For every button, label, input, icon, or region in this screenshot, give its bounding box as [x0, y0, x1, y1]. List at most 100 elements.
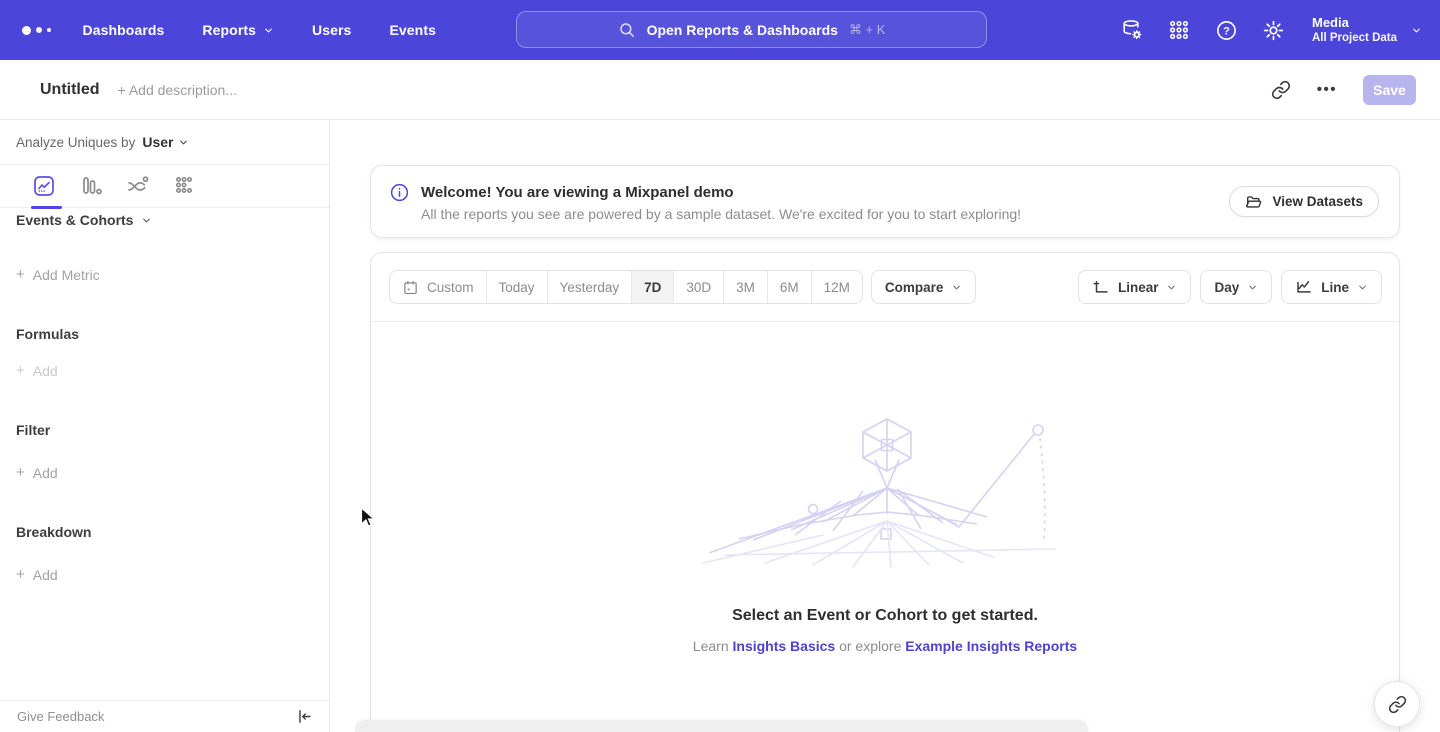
question-glyph: ? [1223, 25, 1230, 37]
date-controls: Custom Today Yesterday 7D 30D 3M 6M 12M … [389, 270, 976, 304]
logo-dot [22, 26, 31, 35]
interval-dropdown[interactable]: Day [1200, 270, 1272, 304]
welcome-banner: Welcome! You are viewing a Mixpanel demo… [370, 165, 1400, 238]
date-range-yesterday[interactable]: Yesterday [547, 271, 632, 303]
add-metric-button[interactable]: + Add Metric [16, 266, 100, 283]
give-feedback-link[interactable]: Give Feedback [17, 709, 104, 724]
help-icon[interactable]: ? [1214, 18, 1238, 42]
nav-item-users[interactable]: Users [312, 22, 351, 38]
folder-icon [1245, 194, 1263, 209]
report-title[interactable]: Untitled [40, 81, 100, 99]
link-icon [1388, 695, 1407, 714]
chevron-down-icon [1247, 282, 1258, 293]
apps-grid-icon[interactable] [1167, 18, 1191, 42]
chevron-down-icon [1357, 282, 1368, 293]
tab-scatter[interactable] [173, 174, 197, 198]
date-range-12m[interactable]: 12M [811, 271, 862, 303]
collapse-sidebar-icon[interactable] [295, 708, 312, 725]
search-shortcut: ⌘ + K [849, 22, 886, 38]
project-switcher[interactable]: Media All Project Data [1312, 15, 1422, 45]
query-sidebar: Analyze Uniques by User Events [0, 120, 330, 732]
tab-flows[interactable] [126, 174, 150, 198]
insights-report-card: Custom Today Yesterday 7D 30D 3M 6M 12M … [370, 252, 1400, 732]
mixpanel-insights-page: { "nav": { "items": [ { "label": "Dashbo… [0, 0, 1440, 732]
add-formula-button[interactable]: + Add [16, 362, 58, 379]
next-section-sheet [355, 720, 1088, 732]
tab-insights-line-chart[interactable] [32, 174, 56, 198]
chevron-down-icon [178, 137, 189, 148]
plus-icon: + [16, 464, 25, 481]
add-breakdown-button[interactable]: + Add [16, 566, 58, 583]
date-range-7d-selected[interactable]: 7D [631, 271, 673, 303]
banner-subtitle: All the reports you see are powered by a… [421, 206, 1021, 222]
search-icon [618, 21, 636, 39]
more-menu-button[interactable]: ••• [1317, 81, 1337, 98]
events-cohorts-section-header[interactable]: Events & Cohorts [16, 212, 152, 228]
date-range-3m[interactable]: 3M [723, 271, 767, 303]
sidebar-footer: Give Feedback [0, 700, 329, 732]
floating-copy-link-button[interactable] [1374, 681, 1420, 727]
line-chart-icon [1295, 278, 1313, 296]
search-placeholder: Open Reports & Dashboards [647, 22, 838, 38]
plus-icon: + [16, 266, 25, 283]
report-header-actions: ••• Save [1271, 75, 1416, 105]
tab-bar-chart[interactable] [79, 174, 103, 198]
report-description-placeholder[interactable]: + Add description... [118, 82, 237, 98]
save-button[interactable]: Save [1363, 75, 1416, 105]
nav-item-dashboards[interactable]: Dashboards [83, 22, 165, 38]
empty-state: Select an Event or Cohort to get started… [371, 413, 1399, 654]
axis-linear-icon [1092, 278, 1110, 296]
plus-icon: + [16, 566, 25, 583]
report-header: Untitled + Add description... ••• Save [0, 60, 1440, 120]
top-nav: Dashboards Reports Users Events Open Rep… [0, 0, 1440, 60]
scale-dropdown[interactable]: Linear [1078, 270, 1192, 304]
nav-item-events[interactable]: Events [389, 22, 436, 38]
analyze-value-dropdown[interactable]: User [142, 134, 189, 150]
info-icon [389, 182, 410, 203]
example-insights-reports-link[interactable]: Example Insights Reports [905, 638, 1077, 654]
copy-link-icon[interactable] [1271, 80, 1291, 100]
compare-dropdown[interactable]: Compare [871, 270, 977, 304]
logo-dot [36, 27, 42, 33]
chevron-down-icon [141, 215, 152, 226]
data-management-icon[interactable] [1120, 18, 1144, 42]
banner-title: Welcome! You are viewing a Mixpanel demo [421, 184, 1021, 201]
mixpanel-logo[interactable] [22, 26, 51, 35]
nav-items: Dashboards Reports Users Events [83, 22, 436, 38]
nav-item-reports[interactable]: Reports [202, 22, 274, 38]
breakdown-section-header: Breakdown [16, 524, 91, 540]
logo-dot [47, 28, 51, 32]
settings-gear-icon[interactable] [1261, 18, 1285, 42]
chart-type-dropdown[interactable]: Line [1281, 270, 1382, 304]
date-range-6m[interactable]: 6M [767, 271, 811, 303]
project-name: Media [1312, 15, 1397, 31]
date-range-segmented-control: Custom Today Yesterday 7D 30D 3M 6M 12M [389, 270, 863, 304]
calendar-icon [402, 279, 419, 296]
global-search-bar[interactable]: Open Reports & Dashboards ⌘ + K [516, 11, 987, 48]
main-content: Welcome! You are viewing a Mixpanel demo… [330, 120, 1440, 732]
chevron-down-icon [263, 25, 274, 36]
analyze-uniques-row: Analyze Uniques by User [0, 120, 329, 165]
date-range-30d[interactable]: 30D [673, 271, 723, 303]
date-range-custom[interactable]: Custom [390, 271, 486, 303]
empty-state-title: Select an Event or Cohort to get started… [371, 607, 1399, 625]
nav-right: ? Media All Project Data [1120, 15, 1422, 45]
banner-texts: Welcome! You are viewing a Mixpanel demo… [421, 182, 1021, 222]
insights-basics-link[interactable]: Insights Basics [733, 638, 836, 654]
chevron-down-icon [951, 282, 962, 293]
view-datasets-button[interactable]: View Datasets [1229, 186, 1379, 217]
chevron-down-icon [1166, 282, 1177, 293]
formulas-section-header: Formulas [16, 326, 79, 342]
analyze-label: Analyze Uniques by [16, 135, 135, 150]
empty-state-subtitle: Learn Insights Basics or explore Example… [371, 638, 1399, 654]
project-scope: All Project Data [1312, 31, 1397, 45]
chart-display-controls: Linear Day Line [1078, 270, 1382, 304]
filter-section-header: Filter [16, 422, 50, 438]
add-filter-button[interactable]: + Add [16, 464, 58, 481]
plus-icon: + [16, 362, 25, 379]
empty-state-illustration [695, 413, 1075, 568]
visualization-tabs [0, 165, 329, 208]
date-range-today[interactable]: Today [486, 271, 547, 303]
chevron-down-icon [1411, 25, 1422, 36]
report-controls: Custom Today Yesterday 7D 30D 3M 6M 12M … [371, 253, 1399, 322]
